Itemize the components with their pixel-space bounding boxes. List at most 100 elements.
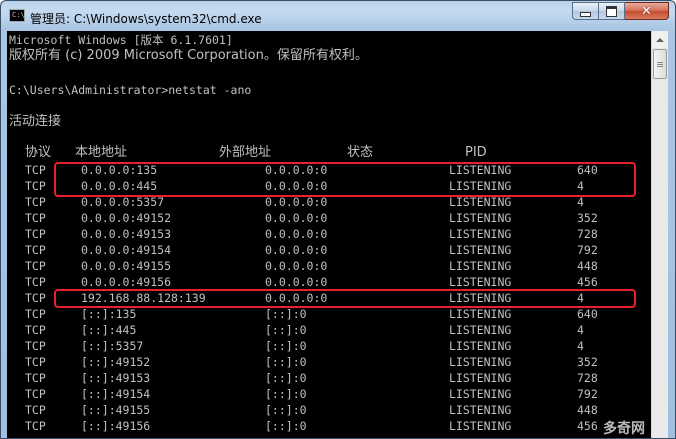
cell-proto: TCP: [25, 227, 46, 241]
cell-local-address: [::]:445: [81, 323, 137, 337]
cell-foreign-address: 0.0.0.0:0: [265, 259, 328, 273]
cell-local-address: [::]:5357: [81, 339, 144, 353]
cell-foreign-address: [::]:0: [265, 339, 307, 353]
cell-state: LISTENING: [449, 403, 512, 417]
cell-foreign-address: [::]:0: [265, 355, 307, 369]
cell-proto: TCP: [25, 403, 46, 417]
cell-proto: TCP: [25, 323, 46, 337]
cell-proto: TCP: [25, 387, 46, 401]
cell-proto: TCP: [25, 163, 46, 177]
cell-foreign-address: [::]:0: [265, 419, 307, 433]
maximize-button[interactable]: [599, 2, 625, 20]
cell-foreign-address: 0.0.0.0:0: [265, 211, 328, 225]
cell-pid: 4: [577, 339, 584, 353]
table-row: TCP [::]:49156 [::]:0 LISTENING 456: [7, 418, 647, 434]
scroll-up-icon: [656, 37, 664, 42]
cell-proto: TCP: [25, 211, 46, 225]
cell-state: LISTENING: [449, 243, 512, 257]
cell-foreign-address: 0.0.0.0:0: [265, 243, 328, 257]
scroll-up-button[interactable]: [652, 31, 668, 48]
cell-state: LISTENING: [449, 387, 512, 401]
cell-local-address: 0.0.0.0:49152: [81, 211, 172, 225]
header-local: 本地地址: [75, 145, 128, 160]
table-row: TCP 0.0.0.0:49155 0.0.0.0:0 LISTENING 448: [7, 258, 647, 274]
close-icon: ✕: [641, 3, 652, 19]
table-row: TCP [::]:49154 [::]:0 LISTENING 792: [7, 386, 647, 402]
minimize-icon: [580, 11, 591, 17]
header-state: 状态: [347, 145, 374, 160]
close-button[interactable]: ✕: [625, 2, 669, 20]
cell-pid: 352: [577, 211, 598, 225]
cell-pid: 792: [577, 243, 598, 257]
cell-proto: TCP: [25, 179, 46, 193]
cell-proto: TCP: [25, 371, 46, 385]
cell-pid: 4: [577, 323, 584, 337]
cell-proto: TCP: [25, 291, 46, 305]
table-row: TCP [::]:49153 [::]:0 LISTENING 728: [7, 370, 647, 386]
cell-pid: 640: [577, 307, 598, 321]
cell-pid: 448: [577, 259, 598, 273]
table-row: TCP 0.0.0.0:49154 0.0.0.0:0 LISTENING 792: [7, 242, 647, 258]
section-title: 活动连接: [9, 114, 62, 129]
cell-pid: 456: [577, 275, 598, 289]
header-pid: PID: [465, 145, 487, 160]
cell-proto: TCP: [25, 355, 46, 369]
table-row: TCP [::]:445 [::]:0 LISTENING 4: [7, 322, 647, 338]
minimize-button[interactable]: [572, 2, 599, 20]
cell-proto: TCP: [25, 307, 46, 321]
cell-foreign-address: [::]:0: [265, 387, 307, 401]
cell-state: LISTENING: [449, 323, 512, 337]
cell-state: LISTENING: [449, 259, 512, 273]
grip-icon: [657, 62, 663, 67]
cmd-window: C:\ 管理员: C:\Windows\system32\cmd.exe ✕ M…: [0, 0, 676, 439]
cmd-app-icon[interactable]: C:\: [9, 9, 25, 22]
table-row: TCP [::]:49152 [::]:0 LISTENING 352: [7, 354, 647, 370]
cell-pid: 728: [577, 371, 598, 385]
cell-local-address: [::]:135: [81, 307, 137, 321]
cell-state: LISTENING: [449, 339, 512, 353]
cell-proto: TCP: [25, 275, 46, 289]
banner-line-2: 版权所有 (c) 2009 Microsoft Corporation。保留所有…: [9, 48, 368, 63]
cell-proto: TCP: [25, 259, 46, 273]
cell-foreign-address: [::]:0: [265, 307, 307, 321]
caption-buttons: ✕: [572, 2, 669, 21]
watermark-logo: 多奇网: [603, 421, 645, 437]
cell-local-address: [::]:49154: [81, 387, 151, 401]
cell-foreign-address: [::]:0: [265, 403, 307, 417]
cell-local-address: 0.0.0.0:49155: [81, 259, 172, 273]
cell-local-address: [::]:49155: [81, 403, 151, 417]
title-bar[interactable]: C:\ 管理员: C:\Windows\system32\cmd.exe ✕: [1, 1, 675, 31]
cell-state: LISTENING: [449, 211, 512, 225]
cell-pid: 728: [577, 227, 598, 241]
cell-state: LISTENING: [449, 227, 512, 241]
cell-state: LISTENING: [449, 275, 512, 289]
header-foreign: 外部地址: [219, 145, 272, 160]
header-proto: 协议: [25, 145, 52, 160]
cell-local-address: 0.0.0.0:49153: [81, 227, 172, 241]
cell-state: LISTENING: [449, 307, 512, 321]
cell-foreign-address: [::]:0: [265, 371, 307, 385]
highlight-box-netbios: [54, 289, 636, 308]
vertical-scrollbar[interactable]: [651, 31, 668, 438]
cell-foreign-address: 0.0.0.0:0: [265, 227, 328, 241]
cell-pid: 456: [577, 419, 598, 433]
table-row: TCP 0.0.0.0:49156 0.0.0.0:0 LISTENING 456: [7, 274, 647, 290]
cell-local-address: [::]:49152: [81, 355, 151, 369]
cell-foreign-address: [::]:0: [265, 323, 307, 337]
cell-pid: 352: [577, 355, 598, 369]
highlight-box-top: [54, 162, 636, 197]
command-prompt-line: C:\Users\Administrator>netstat -ano: [9, 83, 252, 97]
banner-line-1: Microsoft Windows [版本 6.1.7601]: [9, 33, 233, 47]
cell-proto: TCP: [25, 339, 46, 353]
table-row: TCP [::]:5357 [::]:0 LISTENING 4: [7, 338, 647, 354]
cell-pid: 448: [577, 403, 598, 417]
cell-proto: TCP: [25, 419, 46, 433]
window-title: 管理员: C:\Windows\system32\cmd.exe: [30, 12, 262, 26]
cell-local-address: 0.0.0.0:49156: [81, 275, 172, 289]
console-output[interactable]: Microsoft Windows [版本 6.1.7601] 版权所有 (c)…: [7, 31, 651, 438]
table-row: TCP [::]:135 [::]:0 LISTENING 640: [7, 306, 647, 322]
scroll-thumb[interactable]: [653, 49, 667, 79]
table-row: TCP 0.0.0.0:49152 0.0.0.0:0 LISTENING 352: [7, 210, 647, 226]
table-row: TCP 0.0.0.0:49153 0.0.0.0:0 LISTENING 728: [7, 226, 647, 242]
cell-foreign-address: 0.0.0.0:0: [265, 275, 328, 289]
